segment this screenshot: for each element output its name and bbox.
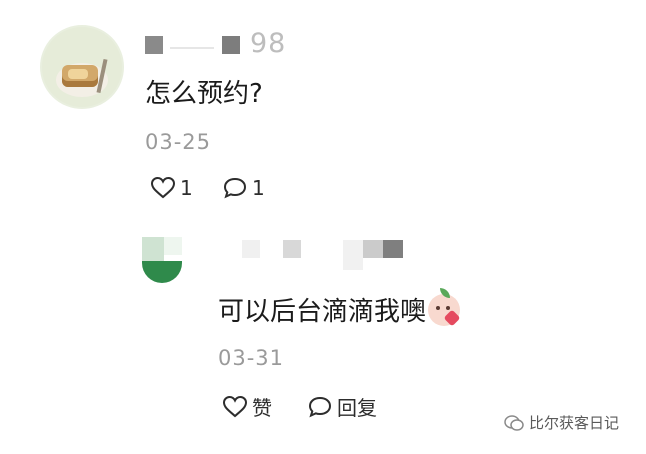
reply-username-mosaic xyxy=(242,240,260,258)
username-mosaic xyxy=(170,47,214,49)
avatar-mosaic xyxy=(142,237,164,261)
username-mosaic xyxy=(222,36,240,54)
reply-username-mosaic xyxy=(343,240,363,270)
emoji-leaf xyxy=(440,287,451,298)
emoji-eye xyxy=(436,305,441,310)
reply-button[interactable]: 1 xyxy=(222,176,265,200)
like-count: 1 xyxy=(180,176,193,200)
avatar-mosaic xyxy=(142,261,182,283)
avatar-bread-filling xyxy=(68,69,88,79)
reply-username-mosaic xyxy=(383,240,403,258)
chat-bubble-icon xyxy=(223,177,247,199)
reply-reply-button[interactable]: 回复 xyxy=(307,392,377,421)
reply-text: 可以后台滴滴我噢 xyxy=(218,297,427,327)
comment-text: 怎么预约? xyxy=(145,79,263,109)
reply-username-mosaic xyxy=(363,240,383,258)
watermark-text: 比尔获客日记 xyxy=(529,414,620,432)
reply-count: 1 xyxy=(252,176,265,200)
reply-date: 03-31 xyxy=(218,346,285,370)
comment-date: 03-25 xyxy=(145,130,212,154)
emoji-heart xyxy=(443,309,461,326)
emoji-eye xyxy=(446,305,451,310)
heart-icon xyxy=(150,176,176,199)
like-button[interactable]: 1 xyxy=(150,176,193,200)
wechat-icon xyxy=(504,414,524,431)
reply-text-row: 可以后台滴滴我噢 xyxy=(218,287,461,328)
reply-username-mosaic xyxy=(283,240,301,258)
username-mosaic xyxy=(145,36,163,54)
replier-avatar[interactable] xyxy=(140,237,204,283)
reply-like-label: 赞 xyxy=(252,396,272,420)
commenter-avatar[interactable] xyxy=(40,25,124,109)
heart-icon xyxy=(222,395,248,417)
reply-like-button[interactable]: 赞 xyxy=(222,392,272,421)
avatar-mosaic xyxy=(164,237,182,255)
reply-reply-label: 回复 xyxy=(337,396,377,420)
watermark: 比尔获客日记 xyxy=(503,412,619,433)
chat-bubble-icon xyxy=(308,396,332,417)
blush-peach-emoji-icon xyxy=(428,287,461,326)
username-suffix[interactable]: 98 xyxy=(250,28,286,59)
